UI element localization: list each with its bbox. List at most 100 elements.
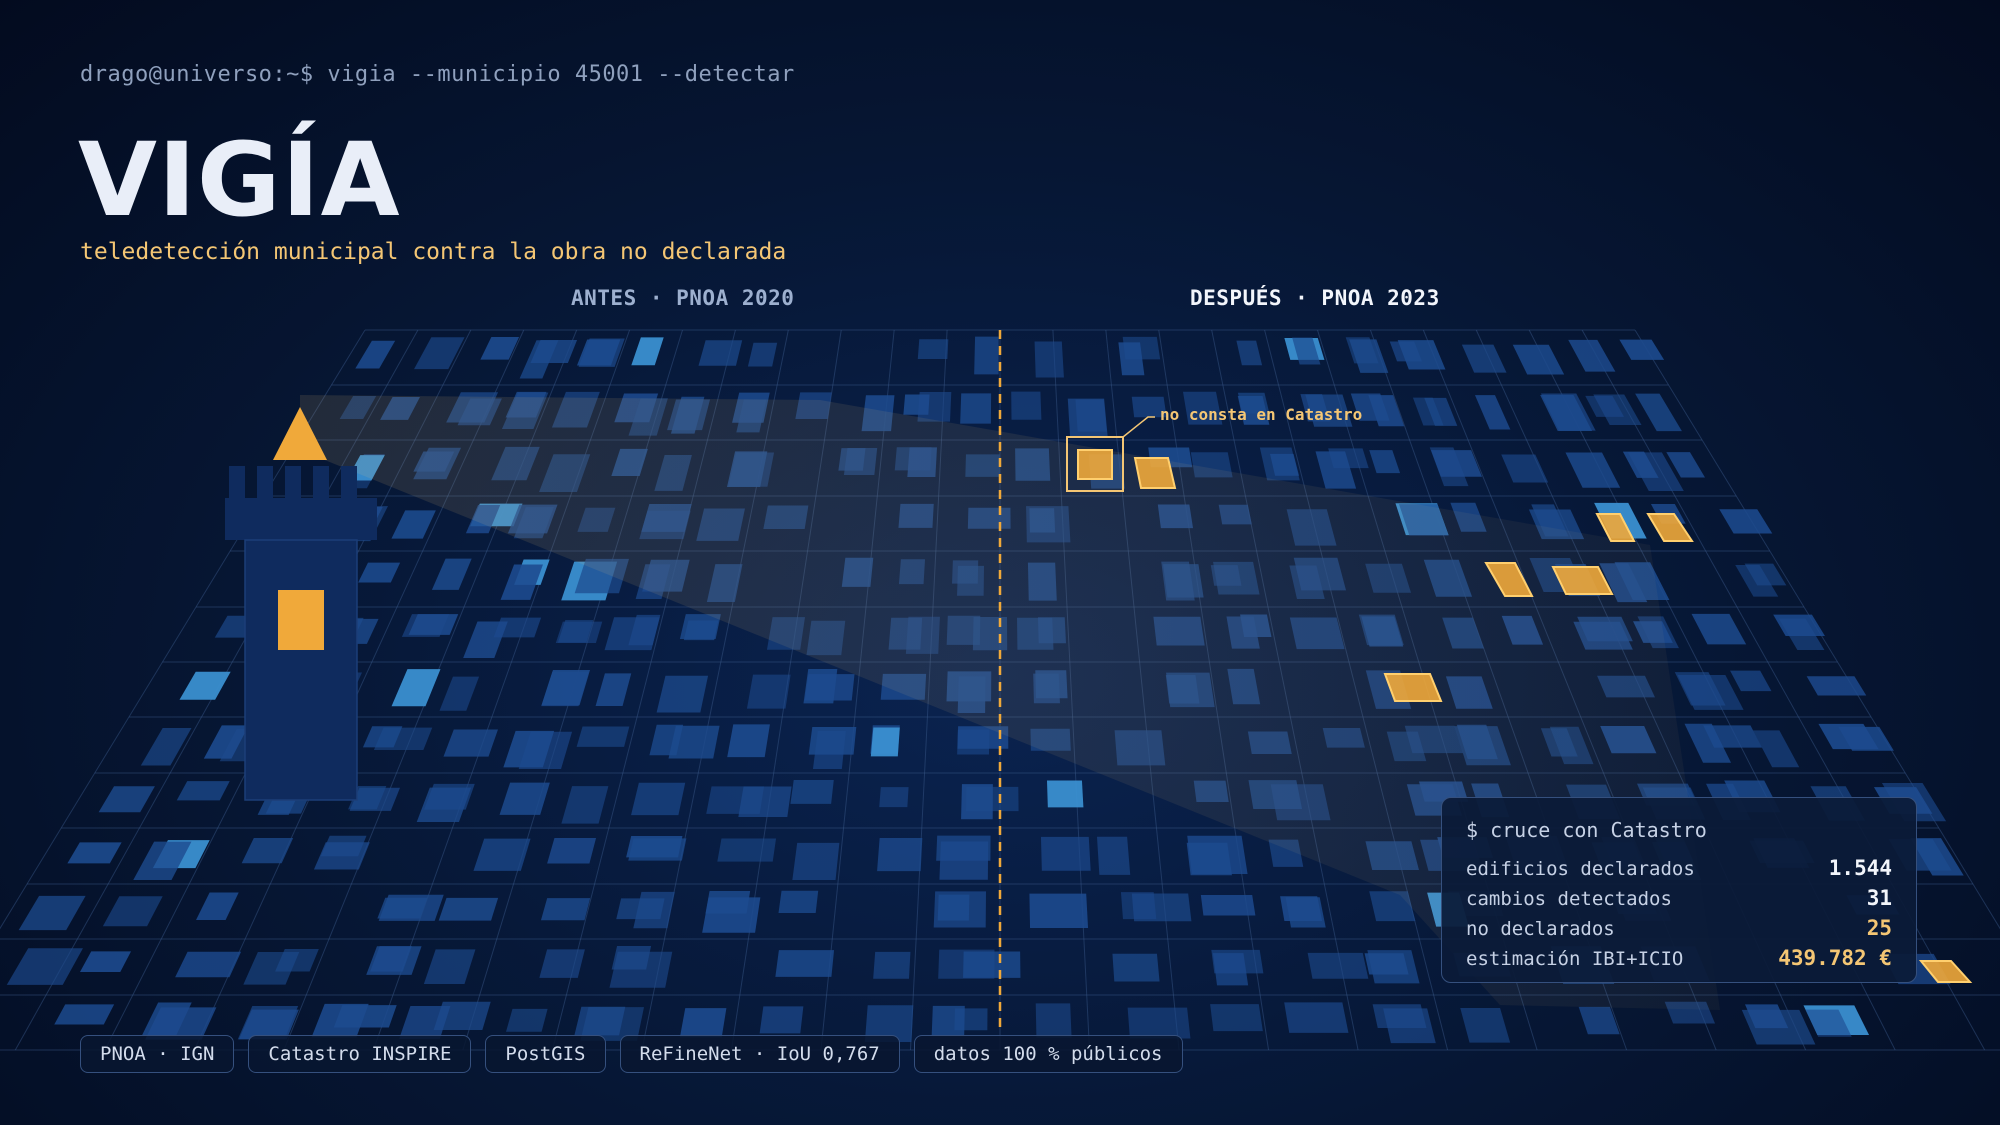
chip-refinenet: ReFineNet · IoU 0,767 xyxy=(619,1035,900,1073)
building-footprint xyxy=(378,894,444,921)
building-footprint xyxy=(414,337,465,370)
chip-pnoa: PNOA · IGN xyxy=(80,1035,235,1073)
building-footprint xyxy=(423,949,476,985)
building-footprint xyxy=(175,951,242,978)
building-footprint xyxy=(391,669,441,707)
building-footprint xyxy=(656,675,709,713)
building-footprint xyxy=(609,951,673,988)
terminal-prompt: drago@universo:~$ vigia --municipio 4500… xyxy=(80,62,795,87)
building-footprint xyxy=(1200,895,1256,916)
building-footprint xyxy=(1568,339,1616,372)
building-footprint xyxy=(399,1006,451,1039)
stats-panel: $ cruce con Catastro edificios declarado… xyxy=(1441,797,1917,983)
building-footprint xyxy=(576,726,630,747)
building-footprint xyxy=(438,897,499,921)
building-footprint xyxy=(961,784,993,820)
building-footprint xyxy=(870,727,900,757)
building-footprint xyxy=(1034,341,1064,378)
building-footprint xyxy=(196,892,239,921)
building-footprint xyxy=(960,393,992,424)
stats-label: estimación IBI+ICIO xyxy=(1466,948,1684,970)
building-footprint xyxy=(98,786,155,813)
chip-open-data: datos 100 % públicos xyxy=(913,1035,1183,1073)
building-footprint xyxy=(1284,1002,1349,1033)
building-footprint xyxy=(102,896,163,927)
building-footprint xyxy=(936,835,991,861)
detected-building xyxy=(1383,673,1443,702)
building-footprint xyxy=(1752,730,1800,768)
building-footprint xyxy=(1035,1003,1072,1038)
building-footprint xyxy=(1112,953,1160,982)
building-footprint xyxy=(1677,675,1744,710)
chip-catastro: Catastro INSPIRE xyxy=(248,1035,472,1073)
building-footprint xyxy=(1369,450,1401,474)
building-footprint xyxy=(1461,344,1507,373)
building-footprint xyxy=(1512,344,1565,375)
building-footprint xyxy=(1259,447,1300,481)
building-footprint xyxy=(1187,835,1248,875)
building-footprint xyxy=(595,673,632,707)
building-footprint xyxy=(792,842,840,880)
building-footprint xyxy=(539,949,585,978)
building-footprint xyxy=(506,1008,548,1032)
building-footprint xyxy=(1011,391,1042,420)
building-footprint xyxy=(67,842,122,864)
building-footprint xyxy=(574,1006,626,1036)
building-footprint xyxy=(1383,1008,1436,1044)
building-footprint xyxy=(917,339,949,359)
building-footprint xyxy=(439,676,480,711)
building-footprint xyxy=(1096,836,1131,875)
building-footprint xyxy=(499,782,550,815)
detected-building xyxy=(1646,513,1694,542)
chip-postgis: PostGIS xyxy=(485,1035,606,1073)
building-footprint xyxy=(540,898,591,921)
building-footprint xyxy=(1067,398,1108,436)
building-footprint xyxy=(1127,1007,1191,1039)
tech-chips: PNOA · IGN Catastro INSPIRE PostGIS ReFi… xyxy=(80,1035,1183,1073)
stats-value: 1.544 xyxy=(1828,856,1892,880)
building-footprint xyxy=(480,337,520,360)
stats-value: 31 xyxy=(1866,886,1892,910)
building-footprint xyxy=(443,729,498,757)
stats-row: cambios detectados 31 xyxy=(1466,886,1892,916)
building-footprint xyxy=(1285,897,1326,928)
stats-row: edificios declarados 1.544 xyxy=(1466,856,1892,886)
annotation-leader xyxy=(1122,416,1155,438)
building-footprint xyxy=(79,951,132,972)
building-footprint xyxy=(391,510,436,539)
building-footprint xyxy=(747,342,778,367)
before-label: ANTES · PNOA 2020 xyxy=(571,286,795,310)
building-footprint xyxy=(1806,676,1867,696)
building-footprint xyxy=(974,336,999,375)
building-footprint xyxy=(917,392,952,422)
building-footprint xyxy=(812,731,846,769)
building-footprint xyxy=(1122,336,1161,360)
building-footprint xyxy=(561,786,609,824)
building-footprint xyxy=(1211,949,1264,974)
building-footprint xyxy=(1691,613,1747,645)
building-footprint xyxy=(778,890,819,914)
building-footprint xyxy=(803,668,838,704)
building-footprint xyxy=(937,894,970,921)
building-footprint xyxy=(179,671,231,700)
building-footprint xyxy=(1210,1004,1263,1032)
building-footprint xyxy=(333,1005,397,1028)
stats-row: no declarados 25 xyxy=(1466,916,1892,946)
building-footprint xyxy=(493,617,542,638)
app-title: VIGÍA xyxy=(78,121,401,240)
stats-label: cambios detectados xyxy=(1466,888,1672,910)
building-footprint xyxy=(431,558,472,590)
building-footprint xyxy=(717,838,777,862)
building-footprint xyxy=(775,950,835,977)
building-footprint xyxy=(604,617,660,651)
building-footprint xyxy=(1565,452,1621,488)
stats-label: edificios declarados xyxy=(1466,858,1695,880)
building-footprint xyxy=(1236,340,1263,366)
building-footprint xyxy=(140,727,192,766)
building-footprint xyxy=(1730,670,1772,692)
building-footprint xyxy=(176,781,230,801)
building-footprint xyxy=(631,337,664,366)
building-footprint xyxy=(746,674,791,709)
stats-label: no declarados xyxy=(1466,918,1615,940)
building-footprint xyxy=(1773,614,1825,636)
